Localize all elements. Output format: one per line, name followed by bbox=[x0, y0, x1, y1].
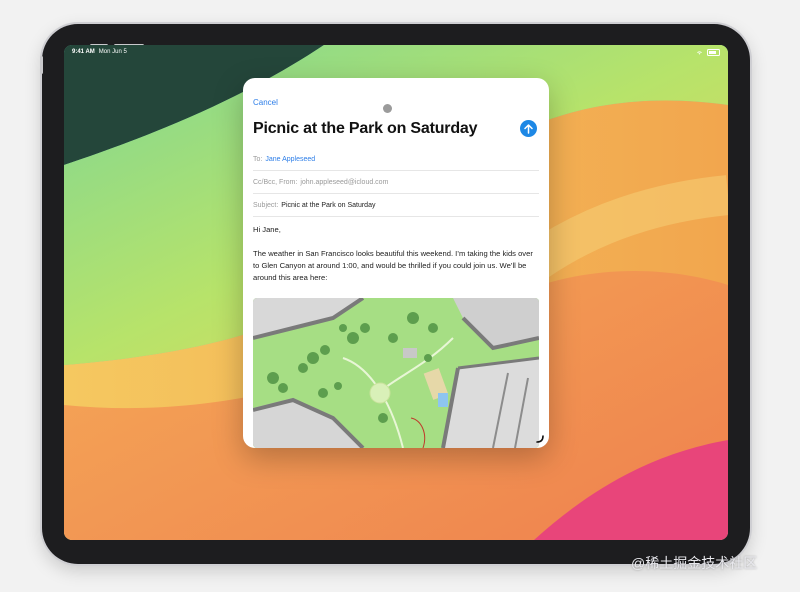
side-button bbox=[40, 56, 43, 74]
park-map bbox=[253, 298, 539, 448]
to-field[interactable]: To: Jane Appleseed bbox=[253, 148, 539, 171]
window-grabber-dot[interactable] bbox=[383, 104, 392, 113]
status-time: 9:41 AM bbox=[72, 49, 95, 55]
subject-field[interactable]: Subject: Picnic at the Park on Saturday bbox=[253, 194, 539, 217]
status-date: Mon Jun 5 bbox=[98, 49, 127, 55]
to-recipient[interactable]: Jane Appleseed bbox=[265, 156, 315, 163]
wifi-icon bbox=[697, 50, 702, 55]
cc-from-field[interactable]: Cc/Bcc, From: john.appleseed@icloud.com bbox=[253, 171, 539, 194]
resize-corner-icon[interactable] bbox=[536, 435, 544, 443]
cancel-button[interactable]: Cancel bbox=[253, 98, 278, 107]
map-image bbox=[253, 298, 539, 448]
message-body[interactable]: The weather in San Francisco looks beaut… bbox=[253, 248, 537, 284]
arrow-up-icon bbox=[524, 123, 533, 134]
status-bar: 9:41 AM Mon Jun 5 bbox=[64, 45, 728, 59]
cc-from-label: Cc/Bcc, From: bbox=[253, 178, 298, 186]
from-address[interactable]: john.appleseed@icloud.com bbox=[300, 179, 388, 186]
to-label: To: bbox=[253, 155, 263, 163]
compose-title: Picnic at the Park on Saturday bbox=[253, 120, 478, 137]
subject-label: Subject: bbox=[253, 201, 279, 209]
send-button[interactable] bbox=[520, 120, 537, 137]
watermark: @稀土掘金技术社区 bbox=[631, 555, 758, 571]
message-greeting[interactable]: Hi Jane, bbox=[253, 224, 537, 236]
battery-icon bbox=[707, 48, 720, 56]
mail-compose-window: Cancel Picnic at the Park on Saturday To… bbox=[243, 78, 549, 448]
subject-value[interactable]: Picnic at the Park on Saturday bbox=[281, 202, 375, 209]
status-indicators bbox=[696, 48, 720, 56]
